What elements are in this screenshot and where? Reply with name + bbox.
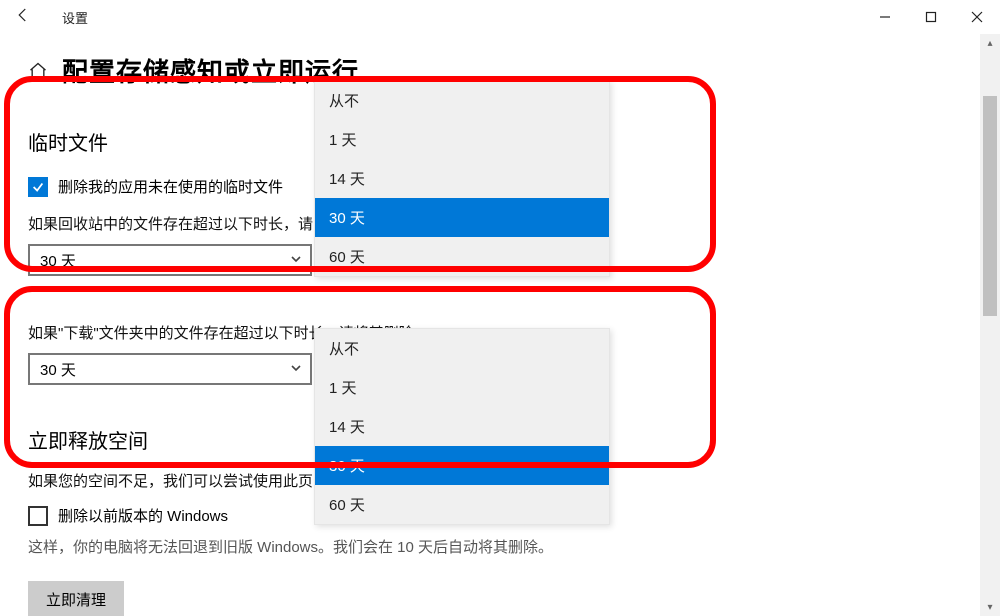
delete-old-windows-checkbox[interactable] — [28, 506, 48, 526]
scroll-up-icon[interactable]: ▴ — [980, 34, 1000, 52]
chevron-down-icon — [290, 252, 302, 269]
dropdown-option[interactable]: 1 天 — [315, 368, 609, 407]
recycle-bin-dropdown[interactable]: 从不1 天14 天30 天60 天 — [314, 80, 610, 277]
scrollbar[interactable]: ▴ ▾ — [980, 34, 1000, 616]
dropdown-option[interactable]: 14 天 — [315, 407, 609, 446]
window-title: 设置 — [62, 8, 88, 27]
chevron-down-icon — [290, 361, 302, 378]
dropdown-option[interactable]: 14 天 — [315, 159, 609, 198]
clean-now-button[interactable]: 立即清理 — [28, 581, 124, 616]
dropdown-option[interactable]: 30 天 — [315, 446, 609, 485]
downloads-select[interactable]: 30 天 — [28, 353, 312, 385]
content-area: 配置存储感知或立即运行 临时文件 删除我的应用未在使用的临时文件 如果回收站中的… — [0, 34, 1000, 616]
recycle-bin-select-value: 30 天 — [40, 250, 76, 271]
delete-temp-checkbox[interactable] — [28, 177, 48, 197]
titlebar: 设置 — [0, 0, 1000, 34]
minimize-button[interactable] — [862, 0, 908, 34]
dropdown-option[interactable]: 60 天 — [315, 485, 609, 524]
dropdown-option[interactable]: 1 天 — [315, 120, 609, 159]
downloads-select-value: 30 天 — [40, 359, 76, 380]
delete-temp-label: 删除我的应用未在使用的临时文件 — [58, 176, 283, 197]
window-controls — [862, 0, 1000, 34]
dropdown-option[interactable]: 30 天 — [315, 198, 609, 237]
dropdown-option[interactable]: 从不 — [315, 329, 609, 368]
dropdown-option[interactable]: 从不 — [315, 81, 609, 120]
recycle-bin-select[interactable]: 30 天 — [28, 244, 312, 276]
scroll-down-icon[interactable]: ▾ — [980, 598, 1000, 616]
delete-old-windows-label: 删除以前版本的 Windows — [58, 505, 228, 526]
downloads-dropdown[interactable]: 从不1 天14 天30 天60 天 — [314, 328, 610, 525]
back-button[interactable] — [14, 6, 40, 29]
delete-old-windows-desc: 这样，你的电脑将无法回退到旧版 Windows。我们会在 10 天后自动将其删除… — [28, 536, 960, 557]
maximize-button[interactable] — [908, 0, 954, 34]
scrollbar-thumb[interactable] — [983, 96, 997, 316]
home-icon[interactable] — [28, 61, 48, 81]
close-button[interactable] — [954, 0, 1000, 34]
dropdown-option[interactable]: 60 天 — [315, 237, 609, 276]
